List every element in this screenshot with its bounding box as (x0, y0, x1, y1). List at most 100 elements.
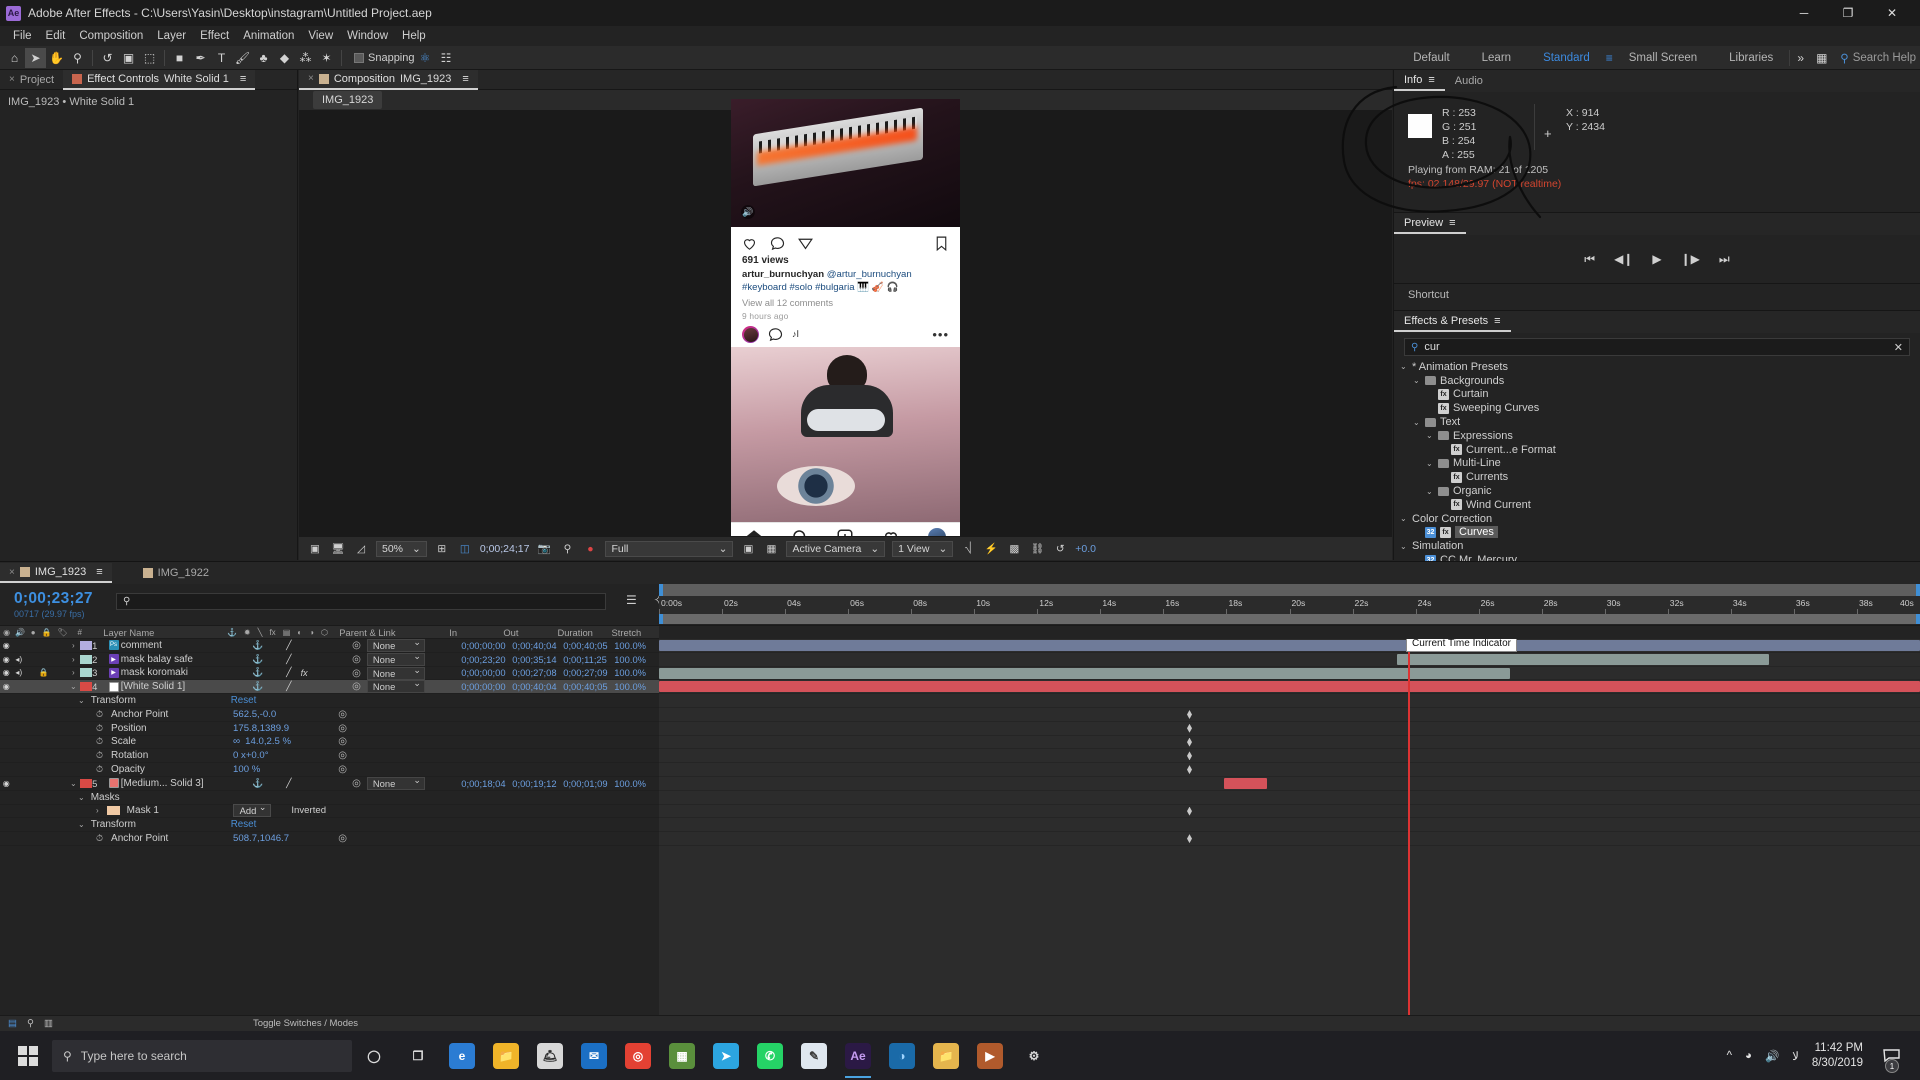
chevron-down-icon[interactable]: ⌄ (1400, 514, 1408, 523)
tab-effect-controls[interactable]: Effect Controls White Solid 1 ≡ (63, 69, 256, 90)
current-time-indicator[interactable]: Current Time Indicator (1406, 639, 1517, 1015)
maximize-button[interactable]: ❐ (1826, 0, 1870, 26)
language-indicator[interactable]: لا (1792, 1049, 1799, 1063)
audio-speaker-icon[interactable]: ◂) (13, 668, 26, 677)
tab-audio[interactable]: Audio (1445, 72, 1493, 90)
comment-bubble-icon[interactable] (769, 235, 786, 252)
layer-label-color[interactable] (79, 654, 93, 664)
workspace-overflow-icon[interactable]: » (1790, 48, 1811, 68)
composition-mini-flowchart-icon[interactable]: ☰ (626, 593, 637, 607)
property-pickwhip-icon[interactable]: ◎ (338, 709, 347, 720)
layer-name[interactable]: mask balay safe (121, 654, 246, 665)
toggle-switches-modes-icon[interactable]: ▤ (8, 1018, 17, 1029)
keyframe-marker[interactable] (1187, 737, 1192, 747)
property-row[interactable]: ⌄ Transform Reset (0, 818, 659, 833)
panel-menu-icon[interactable]: ≡ (240, 73, 246, 85)
camera-view-select[interactable]: Active Camera ⌄ (786, 540, 886, 557)
tab-preview[interactable]: Preview ≡ (1394, 214, 1466, 234)
parent-pickwhip-icon[interactable]: ◎ (352, 654, 361, 665)
avatar[interactable] (742, 326, 759, 343)
composition-viewer-stage[interactable]: 🔊 691 views artur_burnuchyan @artur_burn… (299, 99, 1392, 547)
layer-label-color[interactable] (79, 682, 93, 692)
chrome-icon[interactable]: ◎ (616, 1031, 660, 1080)
fast-previews-icon[interactable]: ⚡ (983, 541, 999, 556)
layer-duration[interactable]: 0;00;11;25 (563, 654, 614, 665)
parent-select[interactable]: None (366, 775, 425, 790)
menu-help[interactable]: Help (395, 28, 433, 44)
table-row[interactable]: ◉◂)🔒›3▶mask koromaki⚓╱fx◎None0;00;00;000… (0, 665, 659, 681)
tab-timeline-img-1923[interactable]: × IMG_1923 ≡ (0, 563, 112, 583)
chevron-down-icon[interactable]: ⌄ (1413, 376, 1421, 385)
current-time-value[interactable]: 0;00;23;27 (14, 590, 110, 608)
parent-pickwhip-icon[interactable]: ◎ (352, 640, 361, 651)
keyframe-marker[interactable] (1187, 834, 1192, 844)
tab-composition[interactable]: × Composition IMG_1923 ≡ (299, 69, 478, 90)
panel-menu-icon[interactable]: ≡ (96, 566, 102, 578)
settings-gear-icon[interactable]: ⚙ (1012, 1031, 1056, 1080)
effects-tree-item[interactable]: fx Wind Current (1394, 498, 1920, 512)
table-row[interactable]: ◉›1Pscomment⚓╱◎None0;00;00;000;00;40;040… (0, 639, 659, 653)
layer-stretch[interactable]: 100.0% (614, 681, 659, 692)
timeline-track-row[interactable] (659, 639, 1920, 653)
media-player-icon[interactable]: ▶ (968, 1031, 1012, 1080)
layer-duration-bar[interactable] (659, 681, 1920, 693)
eraser-tool[interactable]: ◆ (274, 48, 295, 68)
switch-icon[interactable]: ▤ (283, 628, 291, 637)
tab-info[interactable]: Info ≡ (1394, 71, 1445, 91)
brush-tool[interactable]: 🖌 (232, 48, 253, 68)
clear-search-icon[interactable]: ✕ (1894, 341, 1903, 354)
menu-animation[interactable]: Animation (236, 28, 301, 44)
caption-handle[interactable]: @artur_burnuchyan (827, 269, 912, 280)
shy-switch-icon[interactable]: ⚓ (252, 654, 263, 665)
timeline-track-row[interactable] (659, 749, 1920, 764)
layer-duration-bar[interactable] (1223, 777, 1267, 789)
cortana-icon[interactable]: ◯ (352, 1031, 396, 1080)
layer-name[interactable]: comment (121, 640, 246, 651)
layer-name[interactable]: [Medium... Solid 3] (121, 778, 246, 789)
layer-name[interactable]: [White Solid 1] (121, 681, 246, 692)
timeline-track-row[interactable] (659, 667, 1920, 681)
mask-color-swatch[interactable] (106, 806, 120, 816)
subtab-img-1923[interactable]: IMG_1923 (313, 91, 383, 109)
video-eye-icon[interactable]: ◉ (0, 779, 13, 788)
layer-label-color[interactable] (79, 640, 93, 650)
workspace-layout-icon[interactable]: ▦ (1811, 48, 1832, 68)
menu-effect[interactable]: Effect (193, 28, 236, 44)
effects-tree-item[interactable]: ⌄ Text (1394, 415, 1920, 429)
wifi-icon[interactable]: ◕ (1745, 1050, 1752, 1062)
keyframe-marker[interactable] (1187, 751, 1192, 761)
tab-effects-presets[interactable]: Effects & Presets ≡ (1394, 312, 1511, 332)
time-ticks[interactable]: 0:00s 02s 04s 06s 08s 10s 12s 14s 16s 18s 20s 22s 24… (659, 596, 1920, 614)
property-pickwhip-icon[interactable]: ◎ (338, 723, 347, 734)
search-help-box[interactable]: ⚲ Search Help (1832, 51, 1916, 65)
comment-input-text[interactable]: ♪ا (792, 329, 799, 340)
close-icon[interactable]: × (308, 73, 314, 84)
stopwatch-icon[interactable]: ⏱ (96, 750, 103, 761)
expand-layer-chevron-icon[interactable]: ⌄ (67, 779, 80, 788)
quality-switch-icon[interactable]: ╱ (286, 640, 291, 651)
mail-icon[interactable]: ✉ (572, 1031, 616, 1080)
workspace-small-screen[interactable]: Small Screen (1613, 49, 1713, 67)
property-row[interactable]: ⏱ Anchor Point 562.5,-0.0 ◎ (0, 708, 659, 722)
effects-tree-item[interactable]: ⌄ Backgrounds (1394, 374, 1920, 388)
layer-out-time[interactable]: 0;00;19;12 (512, 778, 563, 789)
clone-stamp-tool[interactable]: ♣ (253, 48, 274, 68)
switch-icon[interactable]: ✹ (244, 628, 251, 637)
layer-name[interactable]: mask koromaki (121, 667, 246, 678)
layer-in-time[interactable]: 0;00;00;00 (461, 667, 512, 678)
effects-tree-item[interactable]: ⌄ Multi-Line (1394, 457, 1920, 471)
mask-visibility-icon[interactable]: ▣ (740, 541, 756, 556)
bookmark-icon[interactable] (933, 235, 950, 252)
menu-edit[interactable]: Edit (39, 28, 73, 44)
panel-menu-icon[interactable]: ≡ (1428, 74, 1434, 86)
quality-switch-icon[interactable]: ╱ (286, 667, 291, 678)
switch-icon[interactable]: ◑ (309, 628, 314, 637)
calculator-icon[interactable]: ▦ (660, 1031, 704, 1080)
whatsapp-icon[interactable]: ✆ (748, 1031, 792, 1080)
parent-pickwhip-icon[interactable]: ◎ (352, 668, 361, 679)
timeline-track-row[interactable] (659, 680, 1920, 695)
close-icon[interactable]: × (9, 567, 15, 578)
shy-switch-icon[interactable]: ⚓ (252, 778, 263, 789)
layer-stretch[interactable]: 100.0% (614, 778, 659, 789)
property-row[interactable]: ⌄ Masks (0, 791, 659, 805)
